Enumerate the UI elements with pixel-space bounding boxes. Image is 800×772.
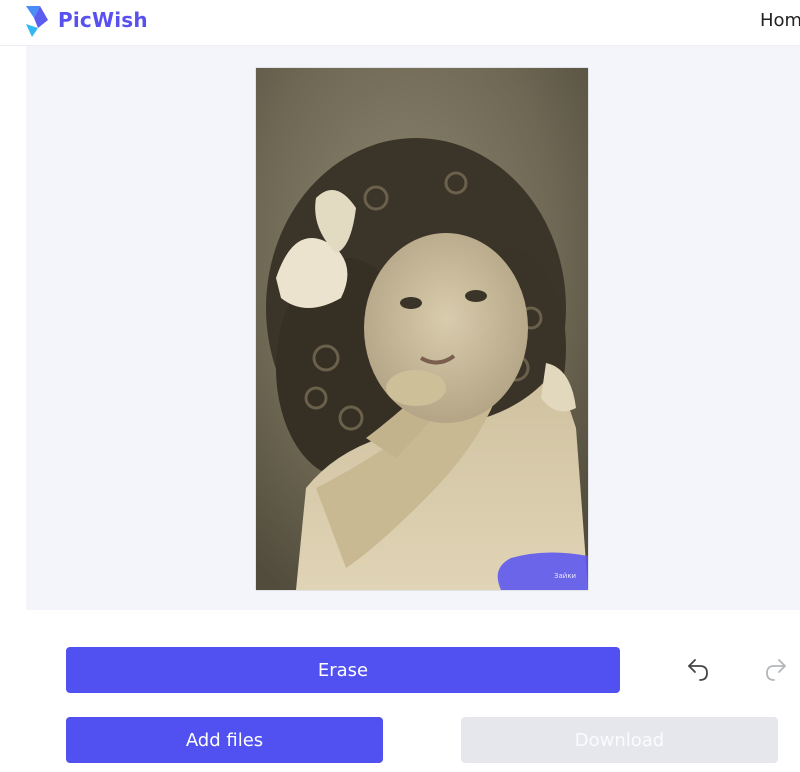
picwish-eraser-page: PicWish Home [0,0,800,772]
vintage-portrait-image: Зайки [256,68,588,590]
watermark-text: Зайки [554,572,576,580]
editor-canvas[interactable]: Зайки [26,46,800,610]
download-button[interactable]: Download [461,717,778,763]
erase-button[interactable]: Erase [66,647,620,693]
add-files-button[interactable]: Add files [66,717,383,763]
redo-icon[interactable] [762,655,790,683]
undo-icon[interactable] [684,655,712,683]
nav-link-home[interactable]: Home [760,9,800,33]
picwish-logo-icon[interactable] [24,4,50,38]
brand-name[interactable]: PicWish [58,6,148,34]
top-header: PicWish Home [0,0,800,46]
uploaded-photo[interactable]: Зайки [256,68,588,590]
